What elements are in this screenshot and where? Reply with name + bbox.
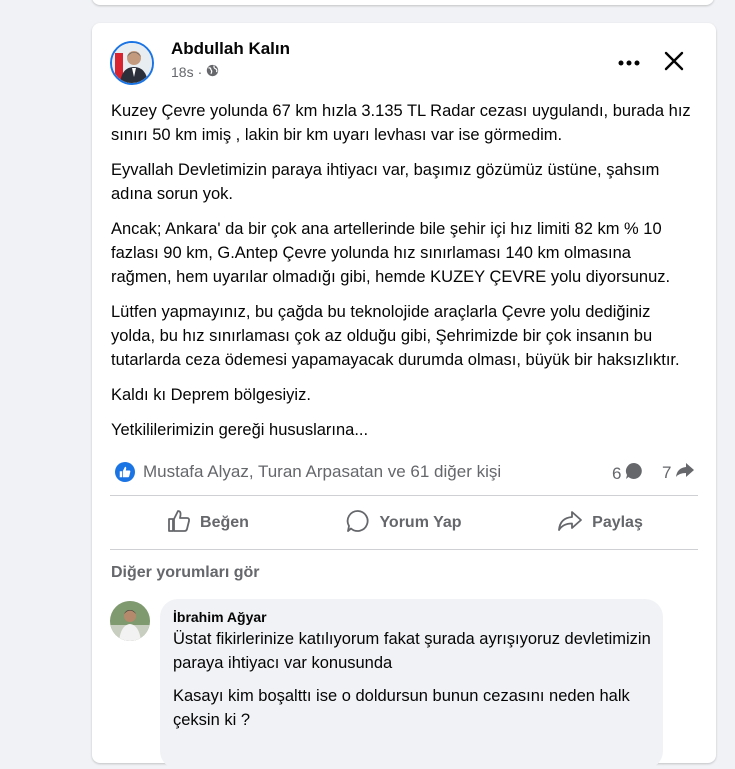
page-scrollbar[interactable]: [727, 0, 735, 733]
like-icon: [167, 509, 191, 538]
share-arrow-icon: [675, 462, 695, 483]
post-paragraph: Kaldı kı Deprem bölgesiyiz.: [111, 386, 311, 404]
more-options-button[interactable]: [612, 49, 646, 75]
post-paragraph: Eyvallah Devletimizin paraya ihtiyacı va…: [111, 161, 660, 203]
share-label: Paylaş: [592, 514, 643, 531]
post-paragraph: Lütfen yapmayınız, bu çağda bu teknoloji…: [111, 303, 680, 369]
post-meta: 18s ·: [171, 64, 219, 80]
share-count[interactable]: 7: [662, 462, 695, 483]
more-dots-icon: [618, 53, 640, 71]
comment-icon: [346, 509, 370, 538]
post-paragraph: Ancak; Ankara' da bir çok ana artellerin…: [111, 220, 671, 286]
comment-author[interactable]: İbrahim Ağyar: [173, 609, 267, 625]
post-body: Kuzey Çevre yolunda 67 km hızla 3.135 TL…: [111, 99, 695, 453]
commenter-avatar[interactable]: [110, 601, 150, 641]
like-button[interactable]: Beğen: [110, 502, 306, 544]
post-paragraph: Kuzey Çevre yolunda 67 km hızla 3.135 TL…: [111, 102, 691, 144]
comment-bubble: İbrahim Ağyar Üstat fikirlerinize katılı…: [160, 599, 663, 769]
globe-icon: [206, 64, 219, 80]
close-icon: [664, 51, 684, 76]
post-time[interactable]: 18s: [171, 64, 194, 80]
divider: [110, 495, 698, 496]
comment-button[interactable]: Yorum Yap: [306, 502, 502, 544]
comment-paragraph: Üstat fikirlerinize katılıyorum fakat şu…: [173, 630, 651, 672]
like-reaction-icon[interactable]: [115, 462, 135, 482]
comment-count-value: 6: [612, 463, 622, 483]
view-more-comments[interactable]: Diğer yorumları gör: [111, 564, 259, 582]
comment-bubble-icon: [625, 462, 643, 485]
comment-text: Üstat fikirlerinize katılıyorum fakat şu…: [173, 627, 653, 741]
post-card: Abdullah Kalın 18s · Kuzey Çevre yolunda…: [92, 23, 716, 769]
share-button[interactable]: Paylaş: [502, 502, 698, 544]
comment-paragraph: Kasayı kim boşalttı ise o doldursun bunu…: [173, 687, 630, 729]
reaction-names[interactable]: Mustafa Alyaz, Turan Arpasatan ve 61 diğ…: [143, 462, 501, 482]
close-post-button[interactable]: [658, 47, 690, 79]
comment-label: Yorum Yap: [379, 514, 462, 531]
share-count-value: 7: [662, 462, 672, 482]
post-author[interactable]: Abdullah Kalın: [171, 39, 290, 59]
share-icon: [557, 510, 583, 537]
author-avatar[interactable]: [110, 41, 154, 85]
meta-separator: ·: [197, 64, 203, 80]
post-actions: Beğen Yorum Yap Paylaş: [110, 502, 698, 544]
post-paragraph[interactable]: Yetkililerimizin gereği hususlarına...: [111, 418, 695, 442]
reactions-bar: Mustafa Alyaz, Turan Arpasatan ve 61 diğ…: [110, 457, 698, 487]
divider: [110, 549, 698, 550]
previous-post-card: [92, 0, 714, 5]
like-label: Beğen: [200, 514, 249, 531]
comment-count[interactable]: 6: [612, 462, 643, 485]
